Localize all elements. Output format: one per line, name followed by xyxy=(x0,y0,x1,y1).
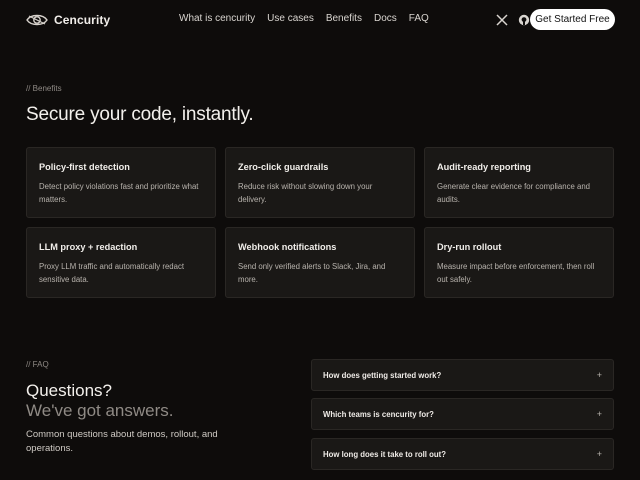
benefit-card-title: Dry-run rollout xyxy=(437,242,502,252)
faq-item[interactable]: Which teams is cencurity for? + xyxy=(311,398,614,430)
faq-subtitle: We've got answers. xyxy=(26,401,174,420)
benefit-card: Audit-ready reporting Generate clear evi… xyxy=(424,147,614,218)
social-icons xyxy=(495,13,531,27)
benefit-card-desc: Send only verified alerts to Slack, Jira… xyxy=(238,262,386,284)
benefit-card-title: Webhook notifications xyxy=(238,242,337,252)
benefit-card: Zero-click guardrails Reduce risk withou… xyxy=(225,147,415,218)
faq-description: Common questions about demos, rollout, a… xyxy=(26,429,218,454)
benefit-card-desc: Detect policy violations fast and priori… xyxy=(39,182,199,204)
nav-item-docs[interactable]: Docs xyxy=(374,13,397,24)
faq-question: How does getting started work? xyxy=(323,370,442,380)
brand[interactable]: Cencurity xyxy=(26,11,110,29)
benefit-card: Policy-first detection Detect policy vio… xyxy=(26,147,216,218)
plus-icon[interactable]: + xyxy=(597,370,602,380)
benefit-card-desc: Proxy LLM traffic and automatically reda… xyxy=(39,262,185,284)
faq-question: How long does it take to roll out? xyxy=(323,449,447,459)
main-nav: What is cencurity Use cases Benefits Doc… xyxy=(179,13,429,24)
nav-item-faq[interactable]: FAQ xyxy=(409,13,429,24)
benefits-title: Secure your code, instantly. xyxy=(26,104,254,125)
faq-item[interactable]: How does getting started work? + xyxy=(311,359,614,391)
benefit-card: Webhook notifications Send only verified… xyxy=(225,227,415,298)
benefit-card-title: Zero-click guardrails xyxy=(238,162,329,172)
benefit-card-desc: Generate clear evidence for compliance a… xyxy=(437,182,590,204)
nav-item-use-cases[interactable]: Use cases xyxy=(267,13,314,24)
benefit-card-title: LLM proxy + redaction xyxy=(39,242,138,252)
nav-item-benefits[interactable]: Benefits xyxy=(326,13,362,24)
github-icon[interactable] xyxy=(517,13,531,27)
benefit-card-title: Audit-ready reporting xyxy=(437,162,531,172)
benefit-card-title: Policy-first detection xyxy=(39,162,130,172)
benefits-eyebrow: // Benefits xyxy=(26,84,62,93)
get-started-button[interactable]: Get Started Free xyxy=(530,9,615,30)
faq-title: Questions? xyxy=(26,381,112,400)
benefit-card-desc: Measure impact before enforcement, then … xyxy=(437,262,595,284)
faq-eyebrow: // FAQ xyxy=(26,360,49,369)
x-icon[interactable] xyxy=(495,13,509,27)
faq-item[interactable]: How long does it take to roll out? + xyxy=(311,438,614,470)
plus-icon[interactable]: + xyxy=(597,449,602,459)
plus-icon[interactable]: + xyxy=(597,409,602,419)
eye-logo-icon xyxy=(26,14,48,26)
faq-question: Which teams is cencurity for? xyxy=(323,409,434,419)
nav-item-what-is-cencurity[interactable]: What is cencurity xyxy=(179,13,255,24)
page: Cencurity What is cencurity Use cases Be… xyxy=(0,0,640,480)
site-header: Cencurity What is cencurity Use cases Be… xyxy=(0,0,640,40)
brand-name: Cencurity xyxy=(54,13,111,27)
benefit-card: Dry-run rollout Measure impact before en… xyxy=(424,227,614,298)
benefit-card-desc: Reduce risk without slowing down your de… xyxy=(238,182,373,204)
benefit-card: LLM proxy + redaction Proxy LLM traffic … xyxy=(26,227,216,298)
